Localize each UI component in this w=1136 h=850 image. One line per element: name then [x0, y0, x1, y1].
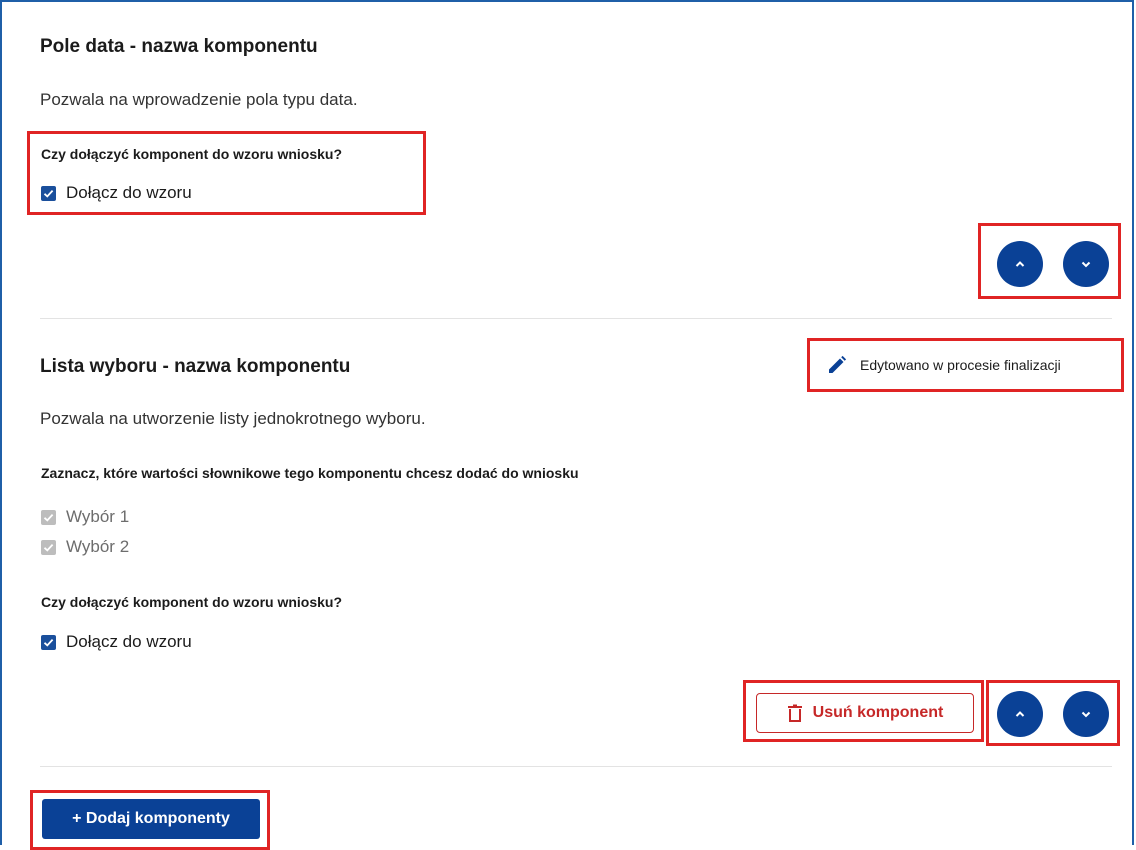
component-1-include-label: Dołącz do wzoru [66, 183, 192, 202]
section-divider [40, 766, 1112, 767]
component-2-description: Pozwala na utworzenie listy jednokrotneg… [40, 409, 426, 428]
component-1-include-question: Czy dołączyć komponent do wzoru wniosku? [41, 146, 343, 162]
option-checkbox-2: Wybór 2 [41, 537, 129, 557]
edited-badge: Edytowano w procesie finalizacji [826, 354, 1061, 376]
component-2-include-checkbox[interactable]: Dołącz do wzoru [41, 632, 192, 652]
section-divider [40, 318, 1112, 319]
component-1-title: Pole data - nazwa komponentu [40, 36, 318, 57]
checkmark-icon [41, 185, 56, 201]
delete-component-label: Usuń komponent [812, 704, 944, 721]
component-2-dictionary-question: Zaznacz, które wartości słownikowe tego … [41, 465, 579, 481]
chevron-up-icon [1015, 261, 1025, 267]
component-1-include-checkbox[interactable]: Dołącz do wzoru [41, 183, 192, 203]
chevron-down-icon [1081, 711, 1091, 718]
component-1-description: Pozwala na wprowadzenie pola typu data. [40, 90, 358, 109]
option-label-1: Wybór 1 [66, 507, 130, 526]
edited-badge-text: Edytowano w procesie finalizacji [860, 357, 1061, 373]
trash-icon [787, 704, 802, 722]
checkmark-icon [41, 539, 56, 555]
chevron-down-icon [1081, 261, 1091, 268]
move-up-button[interactable] [997, 241, 1043, 287]
move-down-button[interactable] [1063, 241, 1109, 287]
option-label-2: Wybór 2 [66, 537, 130, 556]
move-down-button[interactable] [1063, 691, 1109, 737]
add-components-button[interactable]: + Dodaj komponenty [42, 799, 260, 839]
checkmark-icon [41, 634, 56, 650]
delete-component-button[interactable]: Usuń komponent [756, 693, 974, 733]
component-2-include-label: Dołącz do wzoru [66, 632, 192, 651]
pencil-icon [829, 355, 847, 373]
option-checkbox-1: Wybór 1 [41, 507, 129, 527]
move-up-button[interactable] [997, 691, 1043, 737]
chevron-up-icon [1015, 711, 1025, 717]
component-2-include-question: Czy dołączyć komponent do wzoru wniosku? [41, 594, 343, 610]
checkmark-icon [41, 509, 56, 525]
component-2-title: Lista wyboru - nazwa komponentu [40, 356, 351, 377]
